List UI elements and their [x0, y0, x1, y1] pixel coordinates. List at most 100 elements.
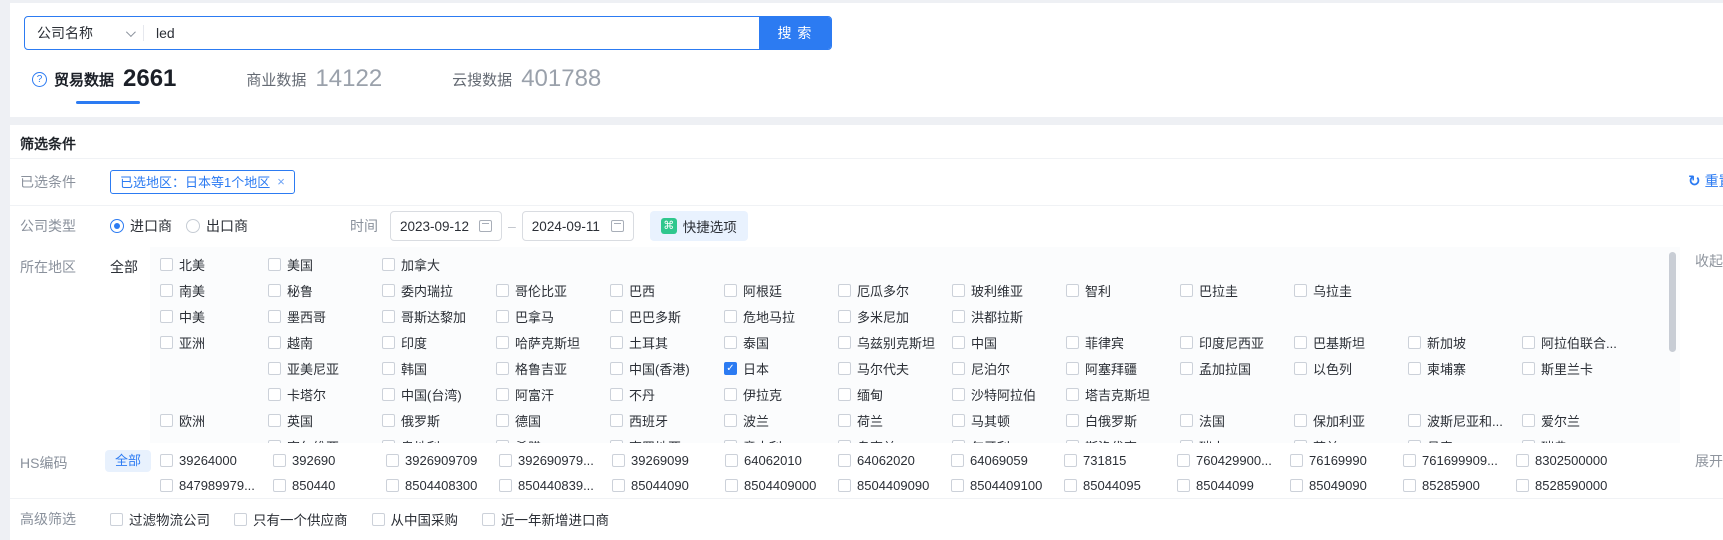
checkbox-icon[interactable]: [1522, 362, 1535, 375]
country-option[interactable]: 土耳其: [610, 333, 724, 352]
hs-code-option[interactable]: 8504409100: [951, 478, 1064, 493]
radio-importer[interactable]: 进口商: [110, 216, 172, 236]
reset-filters-link[interactable]: ↻ 重置: [1688, 171, 1723, 191]
region-option[interactable]: 中美: [160, 307, 268, 326]
country-option[interactable]: 智利: [1066, 281, 1180, 300]
checkbox-icon[interactable]: [1294, 336, 1307, 349]
tab-trade-data[interactable]: ? 贸易数据 2661: [32, 65, 176, 93]
checkbox-icon[interactable]: [268, 362, 281, 375]
checkbox-icon[interactable]: [724, 388, 737, 401]
country-option[interactable]: 委内瑞拉: [382, 281, 496, 300]
checkbox-icon[interactable]: [724, 336, 737, 349]
country-option[interactable]: 哈萨克斯坦: [496, 333, 610, 352]
country-option[interactable]: 不丹: [610, 385, 724, 404]
hs-code-option[interactable]: 8528590000: [1516, 478, 1629, 493]
country-option[interactable]: 巴基斯坦: [1294, 333, 1408, 352]
hs-code-option[interactable]: 760429900...: [1177, 453, 1290, 468]
hs-code-option[interactable]: 85044095: [1064, 478, 1177, 493]
country-option[interactable]: 西班牙: [610, 411, 724, 430]
region-all-option[interactable]: 全部: [110, 257, 138, 277]
country-option[interactable]: 厄瓜多尔: [838, 281, 952, 300]
advanced-option[interactable]: 只有一个供应商: [234, 509, 348, 529]
country-option[interactable]: 马其顿: [952, 411, 1066, 430]
country-option[interactable]: 阿拉伯联合...: [1522, 333, 1636, 352]
country-option[interactable]: 新加坡: [1408, 333, 1522, 352]
search-type-select[interactable]: 公司名称: [25, 17, 143, 49]
country-option[interactable]: 芬兰: [1294, 437, 1408, 444]
country-option[interactable]: 泰国: [724, 333, 838, 352]
checkbox-icon[interactable]: [725, 454, 738, 467]
checkbox-icon[interactable]: [382, 284, 395, 297]
checkbox-icon[interactable]: [1180, 336, 1193, 349]
country-option[interactable]: 波兰: [724, 411, 838, 430]
country-option[interactable]: 马尔代夫: [838, 359, 952, 378]
checkbox-icon[interactable]: [610, 284, 623, 297]
country-option[interactable]: 保加利亚: [1294, 411, 1408, 430]
country-option[interactable]: 荷兰: [838, 411, 952, 430]
checkbox-icon[interactable]: [1177, 479, 1190, 492]
checkbox-icon[interactable]: [838, 414, 851, 427]
country-option[interactable]: 菲律宾: [1066, 333, 1180, 352]
checkbox-icon[interactable]: [268, 284, 281, 297]
checkbox-icon[interactable]: [724, 310, 737, 323]
checkbox-icon[interactable]: [1522, 440, 1535, 444]
checkbox-icon[interactable]: [1294, 284, 1307, 297]
country-option[interactable]: 巴拉圭: [1180, 281, 1294, 300]
country-option[interactable]: 巴西: [610, 281, 724, 300]
checkbox-icon[interactable]: [1177, 454, 1190, 467]
checkbox-icon[interactable]: [496, 310, 509, 323]
scrollbar-thumb[interactable]: [1669, 252, 1676, 352]
country-option[interactable]: 卡塔尔: [268, 385, 382, 404]
checkbox-icon[interactable]: [1066, 440, 1079, 444]
checkbox-icon[interactable]: [1408, 414, 1421, 427]
checkbox-icon[interactable]: [110, 513, 123, 526]
checkbox-icon[interactable]: [838, 454, 851, 467]
country-option[interactable]: 巴巴多斯: [610, 307, 724, 326]
hs-code-option[interactable]: 8504409000: [725, 478, 838, 493]
checkbox-icon[interactable]: [496, 440, 509, 444]
checkbox-icon[interactable]: [1408, 440, 1421, 444]
checkbox-icon[interactable]: [724, 440, 737, 444]
advanced-option[interactable]: 过滤物流公司: [110, 509, 210, 529]
checkbox-checked-icon[interactable]: ✓: [724, 362, 737, 375]
country-option[interactable]: 德国: [496, 411, 610, 430]
hs-code-option[interactable]: 64069059: [951, 453, 1064, 468]
checkbox-icon[interactable]: [724, 414, 737, 427]
checkbox-icon[interactable]: [1066, 414, 1079, 427]
country-option[interactable]: 中国(台湾): [382, 385, 496, 404]
checkbox-icon[interactable]: [952, 414, 965, 427]
checkbox-icon[interactable]: [1180, 362, 1193, 375]
checkbox-icon[interactable]: [482, 513, 495, 526]
checkbox-icon[interactable]: [268, 336, 281, 349]
checkbox-icon[interactable]: [268, 440, 281, 444]
checkbox-icon[interactable]: [1294, 362, 1307, 375]
checkbox-icon[interactable]: [382, 388, 395, 401]
checkbox-icon[interactable]: [382, 440, 395, 444]
country-option[interactable]: 尼泊尔: [952, 359, 1066, 378]
radio-exporter[interactable]: 出口商: [186, 216, 248, 236]
checkbox-icon[interactable]: [382, 362, 395, 375]
checkbox-icon[interactable]: [1294, 440, 1307, 444]
checkbox-icon[interactable]: [838, 284, 851, 297]
checkbox-icon[interactable]: [952, 440, 965, 444]
checkbox-icon[interactable]: [160, 284, 173, 297]
search-button[interactable]: 搜 索: [759, 17, 831, 49]
checkbox-icon[interactable]: [1066, 336, 1079, 349]
checkbox-icon[interactable]: [1522, 414, 1535, 427]
region-option[interactable]: 亚洲: [160, 333, 268, 352]
country-option[interactable]: 洪都拉斯: [952, 307, 1066, 326]
country-option[interactable]: 波斯尼亚和...: [1408, 411, 1522, 430]
checkbox-icon[interactable]: [496, 362, 509, 375]
checkbox-icon[interactable]: [610, 440, 623, 444]
checkbox-icon[interactable]: [612, 454, 625, 467]
country-option[interactable]: 克罗地亚: [610, 437, 724, 444]
country-option[interactable]: 乌拉圭: [1294, 281, 1408, 300]
region-option[interactable]: 南美: [160, 281, 268, 300]
hs-code-option[interactable]: 392690979...: [499, 453, 612, 468]
checkbox-icon[interactable]: [838, 362, 851, 375]
checkbox-icon[interactable]: [382, 310, 395, 323]
checkbox-icon[interactable]: [386, 479, 399, 492]
country-option[interactable]: 沙特阿拉伯: [952, 385, 1066, 404]
country-option[interactable]: 俄罗斯: [382, 411, 496, 430]
country-option[interactable]: 乌克兰: [838, 437, 952, 444]
